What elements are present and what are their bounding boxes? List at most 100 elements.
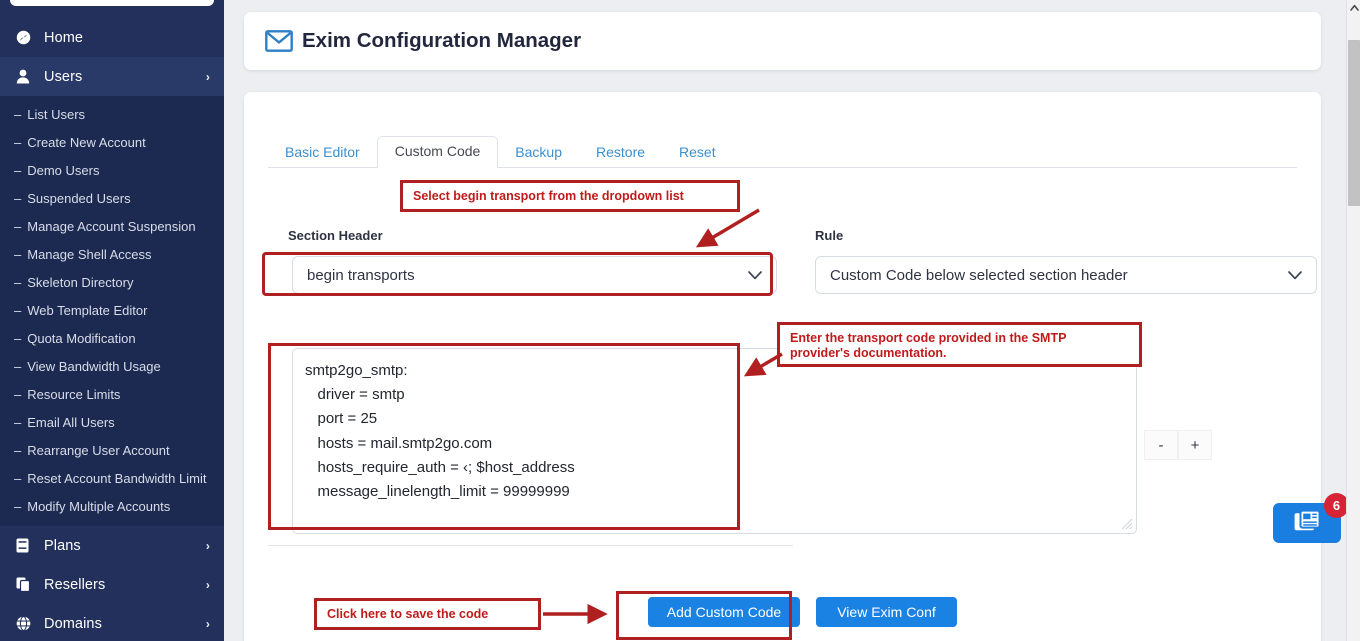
sidebar-subitem-label: Rearrange User Account bbox=[27, 442, 170, 458]
sidebar-subitem-manage-account-suspension[interactable]: – Manage Account Suspension bbox=[0, 212, 224, 240]
sidebar-users-submenu: – List Users – Create New Account – Demo Us… bbox=[0, 96, 224, 526]
rule-label: Rule bbox=[815, 228, 844, 243]
page-title-text: Exim Configuration Manager bbox=[302, 29, 582, 52]
scroll-up-arrow-icon[interactable] bbox=[1347, 0, 1360, 14]
sidebar: Home Users › – List Users – Create New Acc… bbox=[0, 0, 224, 641]
news-stack-icon bbox=[1293, 509, 1321, 538]
scrollbar-thumb[interactable] bbox=[1348, 40, 1360, 206]
tab-backup[interactable]: Backup bbox=[498, 138, 579, 168]
sidebar-subitem-rearrange-user-account[interactable]: – Rearrange User Account bbox=[0, 436, 224, 464]
section-header-value: begin transports bbox=[307, 266, 415, 284]
sidebar-subitem-quota-modification[interactable]: – Quota Modification bbox=[0, 324, 224, 352]
anno-select-dropdown: Select begin transport from the dropdown… bbox=[400, 180, 740, 212]
dash-icon: – bbox=[14, 134, 22, 150]
sidebar-subitem-label: Resource Limits bbox=[27, 386, 121, 402]
dashboard-icon bbox=[16, 30, 36, 45]
dash-icon: – bbox=[14, 246, 22, 262]
tab-reset[interactable]: Reset bbox=[662, 138, 733, 168]
dash-icon: – bbox=[14, 162, 22, 178]
resellers-icon bbox=[16, 577, 36, 592]
dash-icon: – bbox=[14, 106, 22, 122]
view-exim-conf-button[interactable]: View Exim Conf bbox=[816, 597, 957, 627]
sidebar-subitem-label: Web Template Editor bbox=[27, 302, 148, 318]
custom-code-textarea[interactable]: smtp2go_smtp: driver = smtp port = 25 ho… bbox=[292, 348, 1137, 534]
tab-custom-code[interactable]: Custom Code bbox=[376, 136, 499, 168]
sidebar-item-domains[interactable]: Domains › bbox=[0, 604, 224, 641]
sidebar-item-label: Resellers bbox=[44, 576, 106, 593]
chevron-right-icon: › bbox=[205, 538, 210, 553]
zoom-in-button[interactable]: + bbox=[1178, 430, 1212, 460]
sidebar-subitem-label: View Bandwidth Usage bbox=[27, 358, 161, 374]
anno-save-code: Click here to save the code bbox=[314, 598, 541, 630]
rule-value: Custom Code below selected section heade… bbox=[830, 266, 1128, 284]
sidebar-subitem-label: Demo Users bbox=[27, 162, 100, 178]
sidebar-subitem-label: Quota Modification bbox=[27, 330, 136, 346]
sidebar-subitem-resource-limits[interactable]: – Resource Limits bbox=[0, 380, 224, 408]
chevron-right-icon: › bbox=[205, 69, 210, 84]
chevron-right-icon: › bbox=[205, 616, 210, 631]
dash-icon: – bbox=[14, 218, 22, 234]
sidebar-subitem-list-users[interactable]: – List Users bbox=[0, 100, 224, 128]
dash-icon: – bbox=[14, 330, 22, 346]
page-scrollbar[interactable] bbox=[1346, 0, 1360, 641]
zoom-out-button[interactable]: - bbox=[1144, 430, 1178, 460]
sidebar-item-label: Domains bbox=[44, 615, 102, 632]
dash-icon: – bbox=[14, 414, 22, 430]
sidebar-search-input[interactable] bbox=[10, 0, 214, 6]
sidebar-subitem-label: Skeleton Directory bbox=[27, 274, 134, 290]
sidebar-subitem-view-bandwidth-usage[interactable]: – View Bandwidth Usage bbox=[0, 352, 224, 380]
sidebar-primary-nav: Home Users › – List Users – Create New Acc… bbox=[0, 18, 224, 641]
anno-transport-code: Enter the transport code provided in the… bbox=[777, 322, 1142, 367]
user-icon bbox=[16, 69, 36, 84]
sidebar-item-resellers[interactable]: Resellers › bbox=[0, 565, 224, 604]
chevron-down-icon bbox=[1288, 268, 1302, 283]
sidebar-subitem-label: List Users bbox=[27, 106, 86, 122]
dash-icon: – bbox=[14, 386, 22, 402]
dash-icon: – bbox=[14, 442, 22, 458]
sidebar-subitem-suspended-users[interactable]: – Suspended Users bbox=[0, 184, 224, 212]
envelope-icon bbox=[265, 30, 293, 52]
sidebar-subitem-label: Email All Users bbox=[27, 414, 115, 430]
dash-icon: – bbox=[14, 190, 22, 206]
section-header-select[interactable]: begin transports bbox=[292, 256, 777, 294]
sidebar-subitem-label: Create New Account bbox=[27, 134, 146, 150]
zoom-controls: - + bbox=[1144, 430, 1212, 460]
dash-icon: – bbox=[14, 274, 22, 290]
globe-icon bbox=[16, 616, 36, 631]
tab-restore[interactable]: Restore bbox=[579, 138, 662, 168]
sidebar-item-users[interactable]: Users › bbox=[0, 57, 224, 96]
sidebar-subitem-label: Manage Account Suspension bbox=[27, 218, 196, 234]
sidebar-subitem-email-all-users[interactable]: – Email All Users bbox=[0, 408, 224, 436]
plans-icon bbox=[16, 538, 36, 553]
sidebar-item-label: Users bbox=[44, 68, 83, 85]
page-header-card: Exim Configuration Manager bbox=[244, 12, 1321, 70]
chevron-down-icon bbox=[748, 268, 762, 283]
sidebar-subitem-manage-shell-access[interactable]: – Manage Shell Access bbox=[0, 240, 224, 268]
sidebar-item-label: Plans bbox=[44, 537, 81, 554]
sidebar-subitem-label: Suspended Users bbox=[27, 190, 131, 206]
notifications-fab[interactable]: 6 bbox=[1273, 493, 1349, 543]
sidebar-subitem-label: Reset Account Bandwidth Limit bbox=[27, 470, 207, 486]
dash-icon: – bbox=[14, 358, 22, 374]
sidebar-subitem-skeleton-directory[interactable]: – Skeleton Directory bbox=[0, 268, 224, 296]
chevron-right-icon: › bbox=[205, 577, 210, 592]
sidebar-subitem-label: Modify Multiple Accounts bbox=[27, 498, 171, 514]
tab-basic-editor[interactable]: Basic Editor bbox=[268, 138, 377, 168]
dash-icon: – bbox=[14, 470, 22, 486]
sidebar-subitem-create-new-account[interactable]: – Create New Account bbox=[0, 128, 224, 156]
tab-bar: Basic Editor Custom Code Backup Restore … bbox=[268, 136, 1297, 168]
sidebar-item-home[interactable]: Home bbox=[0, 18, 224, 57]
textarea-resize-handle[interactable] bbox=[1119, 516, 1133, 530]
rule-select[interactable]: Custom Code below selected section heade… bbox=[815, 256, 1317, 294]
sidebar-subitem-reset-account-bandwidth-limit[interactable]: – Reset Account Bandwidth Limit bbox=[0, 464, 224, 492]
page-title: Exim Configuration Manager bbox=[244, 12, 1321, 70]
add-custom-code-button[interactable]: Add Custom Code bbox=[648, 597, 800, 627]
main-content: Exim Configuration Manager Basic Editor … bbox=[224, 0, 1349, 641]
sidebar-subitem-label: Manage Shell Access bbox=[27, 246, 152, 262]
section-divider bbox=[268, 545, 793, 546]
sidebar-item-label: Home bbox=[44, 29, 84, 46]
sidebar-subitem-demo-users[interactable]: – Demo Users bbox=[0, 156, 224, 184]
sidebar-subitem-web-template-editor[interactable]: – Web Template Editor bbox=[0, 296, 224, 324]
sidebar-item-plans[interactable]: Plans › bbox=[0, 526, 224, 565]
sidebar-subitem-modify-multiple-accounts[interactable]: – Modify Multiple Accounts bbox=[0, 492, 224, 520]
